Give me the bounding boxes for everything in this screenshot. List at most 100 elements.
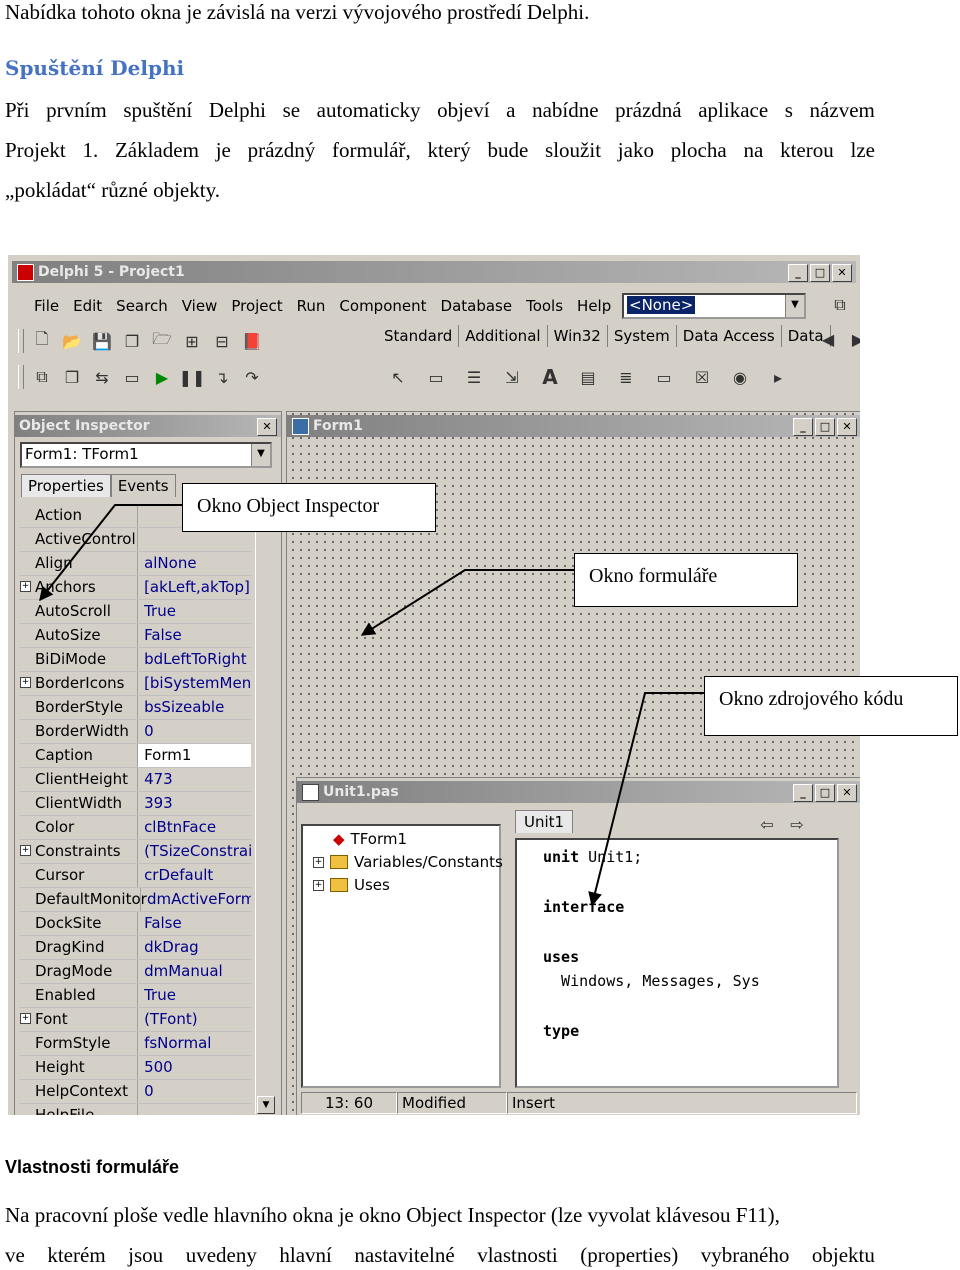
property-row[interactable]: DockSite False bbox=[19, 912, 251, 936]
new-form-icon[interactable]: ▭ bbox=[120, 365, 144, 389]
run-icon[interactable]: ▶ bbox=[150, 365, 174, 389]
property-value[interactable]: dmActiveForm bbox=[141, 888, 251, 911]
property-value[interactable]: [akLeft,akTop] bbox=[138, 576, 251, 599]
property-value[interactable]: bsSizeable bbox=[138, 696, 251, 719]
menu-item-help[interactable]: Help bbox=[577, 293, 611, 319]
help-icon[interactable]: 📕 bbox=[240, 329, 264, 353]
minimize-button[interactable]: _ bbox=[793, 418, 813, 436]
property-value[interactable]: dmManual bbox=[138, 960, 251, 983]
property-row[interactable]: BorderStyle bsSizeable bbox=[19, 696, 251, 720]
maximize-button[interactable]: □ bbox=[810, 264, 830, 282]
pause-icon[interactable]: ❚❚ bbox=[179, 365, 206, 389]
property-row[interactable]: Caption Form1 bbox=[19, 744, 251, 768]
object-selector-combo[interactable]: Form1: TForm1 ▼ bbox=[20, 442, 272, 468]
edit-icon[interactable]: ▤ bbox=[576, 365, 600, 389]
close-button[interactable]: ✕ bbox=[257, 418, 277, 436]
save-all-icon[interactable]: ❐ bbox=[120, 329, 144, 353]
tab-properties[interactable]: Properties bbox=[21, 474, 111, 497]
property-value[interactable]: 500 bbox=[138, 1056, 251, 1079]
chevron-down-icon[interactable]: ▼ bbox=[251, 444, 270, 466]
palette-tab[interactable]: System bbox=[608, 325, 677, 347]
property-row[interactable]: + Anchors [akLeft,akTop] bbox=[19, 576, 251, 600]
tree-item[interactable]: + Variables/Constants bbox=[313, 853, 503, 871]
property-row[interactable]: Color clBtnFace bbox=[19, 816, 251, 840]
new-icon[interactable]: 🗋 bbox=[30, 329, 54, 353]
menu-item-tools[interactable]: Tools bbox=[526, 293, 563, 319]
expand-icon[interactable]: + bbox=[313, 856, 324, 868]
property-row[interactable]: AutoSize False bbox=[19, 624, 251, 648]
palette-tab[interactable]: Win32 bbox=[548, 325, 608, 347]
scroll-left-icon[interactable]: ◀ bbox=[816, 327, 840, 351]
step-over-icon[interactable]: ↷ bbox=[240, 365, 264, 389]
property-value[interactable]: bdLeftToRight bbox=[138, 648, 251, 671]
property-row[interactable]: + Constraints (TSizeConstrain bbox=[19, 840, 251, 864]
expand-icon[interactable]: + bbox=[20, 581, 31, 592]
property-value[interactable]: fsNormal bbox=[138, 1032, 251, 1055]
property-row[interactable]: HelpFile bbox=[19, 1104, 251, 1115]
property-value[interactable]: True bbox=[138, 600, 251, 623]
close-button[interactable]: ✕ bbox=[837, 784, 857, 802]
toolbar-grip[interactable] bbox=[18, 329, 24, 353]
menu-item-run[interactable]: Run bbox=[297, 293, 326, 319]
property-value[interactable]: True bbox=[138, 984, 251, 1007]
configuration-combo[interactable]: <None> ▼ bbox=[622, 293, 806, 319]
property-row[interactable]: HelpContext 0 bbox=[19, 1080, 251, 1104]
property-row[interactable]: Enabled True bbox=[19, 984, 251, 1008]
windows-icon[interactable]: ⧉ bbox=[828, 293, 852, 317]
view-unit-icon[interactable]: ⧉ bbox=[30, 365, 54, 389]
property-row[interactable]: AutoScroll True bbox=[19, 600, 251, 624]
scroll-down-icon[interactable]: ▼ bbox=[257, 1096, 275, 1114]
property-value[interactable]: False bbox=[138, 912, 251, 935]
pointer-icon[interactable]: ↖ bbox=[386, 365, 410, 389]
property-row[interactable]: ClientWidth 393 bbox=[19, 792, 251, 816]
more-components-icon[interactable]: ▸ bbox=[766, 365, 790, 389]
main-menu-icon[interactable]: ☰ bbox=[462, 365, 486, 389]
expand-icon[interactable]: + bbox=[313, 879, 324, 891]
property-value[interactable]: crDefault bbox=[138, 864, 251, 887]
palette-tab[interactable]: Data Access bbox=[677, 325, 782, 347]
minimize-button[interactable]: _ bbox=[793, 784, 813, 802]
expand-icon[interactable]: + bbox=[20, 1013, 31, 1024]
trace-into-icon[interactable]: ↴ bbox=[210, 365, 234, 389]
editor-tab-unit1[interactable]: Unit1 bbox=[515, 810, 574, 833]
back-arrow-icon[interactable]: ⇦ bbox=[755, 812, 779, 836]
property-row[interactable]: Height 500 bbox=[19, 1056, 251, 1080]
property-value[interactable]: 393 bbox=[138, 792, 251, 815]
close-button[interactable]: ✕ bbox=[832, 264, 852, 282]
frame-icon[interactable]: ▭ bbox=[424, 365, 448, 389]
expand-icon[interactable]: + bbox=[20, 845, 31, 856]
popup-menu-icon[interactable]: ⇲ bbox=[500, 365, 524, 389]
property-row[interactable]: Align alNone bbox=[19, 552, 251, 576]
expand-icon[interactable]: + bbox=[20, 677, 31, 688]
property-scrollbar[interactable]: ▲ ▼ bbox=[255, 504, 276, 1114]
property-value[interactable] bbox=[138, 1104, 251, 1115]
property-row[interactable]: DefaultMonitor dmActiveForm bbox=[19, 888, 251, 912]
property-value[interactable]: (TFont) bbox=[138, 1008, 251, 1031]
toggle-form-unit-icon[interactable]: ⇆ bbox=[90, 365, 114, 389]
property-value[interactable]: Form1 bbox=[138, 744, 251, 767]
open-project-icon[interactable]: 🗁 bbox=[150, 329, 174, 353]
menu-item-view[interactable]: View bbox=[182, 293, 218, 319]
scroll-right-icon[interactable]: ▶ bbox=[846, 327, 860, 351]
maximize-button[interactable]: □ bbox=[815, 418, 835, 436]
property-row[interactable]: Cursor crDefault bbox=[19, 864, 251, 888]
palette-tab[interactable]: Additional bbox=[459, 325, 548, 347]
menu-item-database[interactable]: Database bbox=[441, 293, 513, 319]
property-row[interactable]: ClientHeight 473 bbox=[19, 768, 251, 792]
property-value[interactable]: (TSizeConstrain bbox=[138, 840, 251, 863]
property-row[interactable]: FormStyle fsNormal bbox=[19, 1032, 251, 1056]
property-row[interactable]: DragMode dmManual bbox=[19, 960, 251, 984]
property-value[interactable]: [biSystemMenu, bbox=[138, 672, 251, 695]
property-value[interactable]: 0 bbox=[138, 1080, 251, 1103]
view-form-icon[interactable]: ❐ bbox=[60, 365, 84, 389]
property-value[interactable]: dkDrag bbox=[138, 936, 251, 959]
property-row[interactable]: + BorderIcons [biSystemMenu, bbox=[19, 672, 251, 696]
property-row[interactable]: BiDiMode bdLeftToRight bbox=[19, 648, 251, 672]
property-row[interactable]: BorderWidth 0 bbox=[19, 720, 251, 744]
property-row[interactable]: + Font (TFont) bbox=[19, 1008, 251, 1032]
tree-item[interactable]: + Uses bbox=[313, 876, 390, 894]
checkbox-icon[interactable]: ☒ bbox=[690, 365, 714, 389]
tree-item[interactable]: ◆ TForm1 bbox=[333, 830, 407, 848]
remove-file-icon[interactable]: ⊟ bbox=[210, 329, 234, 353]
property-value[interactable]: clBtnFace bbox=[138, 816, 251, 839]
